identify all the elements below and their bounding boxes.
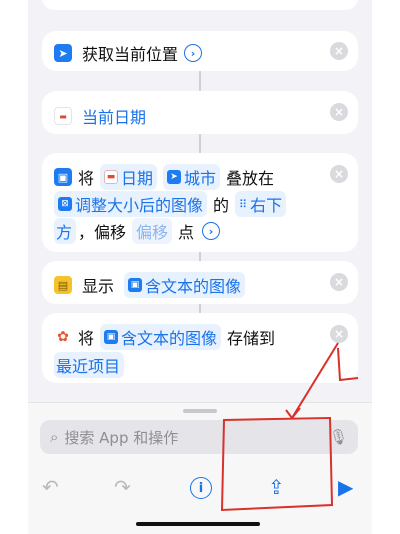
resize-icon: ⊠: [58, 197, 72, 211]
sheet-grabber[interactable]: [183, 409, 217, 413]
search-placeholder: 搜索 App 和操作: [64, 428, 179, 447]
word-de: 的: [213, 196, 230, 215]
date-token[interactable]: 当前日期: [78, 103, 150, 129]
position-token-continued[interactable]: 方: [54, 218, 77, 244]
photos-icon: ✿: [54, 328, 72, 346]
city-variable-token[interactable]: ➤ 城市: [163, 164, 221, 190]
remove-action-button[interactable]: ×: [330, 273, 348, 291]
action-search-sheet: ⌕ 搜索 App 和操作 🎙 ↶ ↷ i ⇪ ▶: [28, 402, 372, 534]
play-icon[interactable]: ▶: [338, 475, 353, 499]
share-icon[interactable]: ⇪: [268, 475, 285, 499]
word-jiang: 将: [78, 169, 95, 188]
word-offset: ，偏移: [78, 223, 127, 242]
album-token[interactable]: 最近项目: [54, 352, 125, 378]
shortcut-editor: ➤ 获取当前位置 › × ▬ 当前日期 × ▣ 将 ▬ 日期 ➤ 城市 叠放在 ⊠ 调…: [28, 0, 372, 534]
action-overlay-image[interactable]: ▣ 将 ▬ 日期 ➤ 城市 叠放在 ⊠ 调整大小后的图像 的 ⠿ 右下 方 ，偏移 偏移…: [42, 153, 358, 252]
calendar-icon: ▬: [104, 170, 119, 184]
offset-field[interactable]: 偏移: [132, 218, 173, 244]
image-with-text-token[interactable]: ▣ 含文本的图像: [100, 324, 222, 350]
previous-action-card: [42, 0, 358, 10]
calendar-icon: ▬: [54, 107, 72, 125]
undo-icon[interactable]: ↶: [42, 475, 59, 499]
chevron-right-icon[interactable]: ›: [184, 44, 203, 62]
chevron-right-icon[interactable]: ›: [202, 222, 221, 240]
word-saveto: 存储到: [227, 329, 276, 348]
show-result-icon: ▤: [54, 276, 72, 294]
image-with-text-token[interactable]: ▣ 含文本的图像: [124, 272, 246, 298]
word-jiang: 将: [78, 329, 95, 348]
word-stack: 叠放在: [226, 169, 275, 188]
connector-line: [199, 252, 201, 261]
action-current-date[interactable]: ▬ 当前日期 ×: [42, 91, 358, 134]
image-icon: ▣: [128, 278, 143, 292]
action-show[interactable]: ▤ 显示 ▣ 含文本的图像 ×: [42, 261, 358, 304]
action-get-location[interactable]: ➤ 获取当前位置 › ×: [42, 31, 358, 71]
date-variable-token[interactable]: ▬ 日期: [100, 164, 158, 190]
grid-icon: ⠿: [239, 197, 248, 211]
word-point: 点: [178, 223, 195, 242]
home-indicator: [136, 522, 260, 526]
connector-line: [199, 134, 201, 153]
show-label: 显示: [82, 277, 115, 296]
info-icon[interactable]: i: [190, 477, 212, 499]
action-label: 获取当前位置: [82, 45, 179, 64]
image-icon: ▣: [54, 168, 72, 186]
connector-line: [199, 71, 201, 91]
remove-action-button[interactable]: ×: [330, 165, 348, 183]
image-icon: ▣: [104, 330, 119, 344]
redo-icon[interactable]: ↷: [114, 475, 131, 499]
remove-action-button[interactable]: ×: [330, 325, 348, 343]
search-icon: ⌕: [50, 428, 59, 446]
microphone-icon[interactable]: 🎙: [329, 428, 348, 446]
position-token[interactable]: ⠿ 右下: [235, 191, 287, 217]
remove-action-button[interactable]: ×: [330, 103, 348, 121]
location-arrow-icon: ➤: [167, 170, 182, 184]
connector-line: [199, 304, 201, 313]
action-save-to-photos[interactable]: ✿ 将 ▣ 含文本的图像 存储到 最近项目 ×: [42, 313, 358, 383]
resized-image-token[interactable]: ⊠ 调整大小后的图像: [54, 191, 208, 217]
location-arrow-icon: ➤: [54, 44, 72, 62]
search-field[interactable]: ⌕ 搜索 App 和操作 🎙: [40, 420, 358, 454]
remove-action-button[interactable]: ×: [330, 42, 348, 60]
